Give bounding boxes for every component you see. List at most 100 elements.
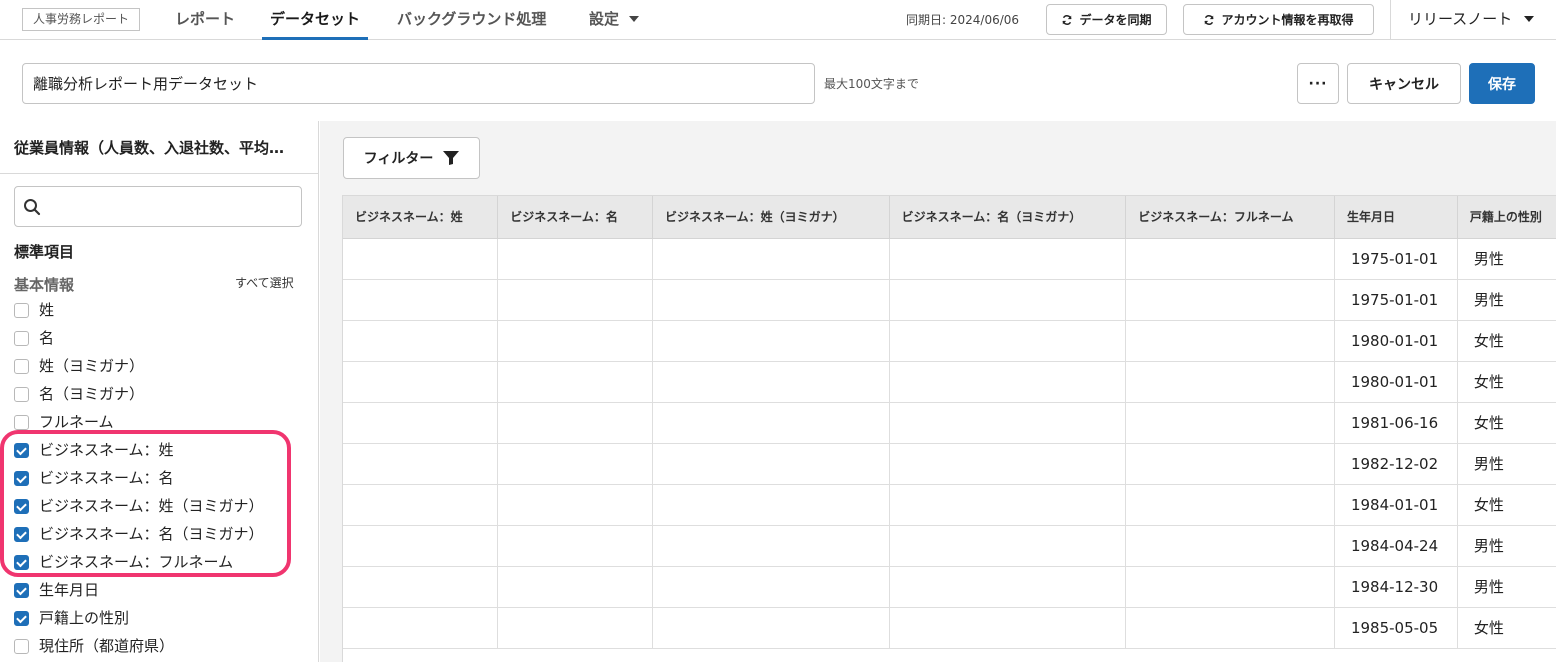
table-cell: 1985-05-05 — [1334, 607, 1458, 649]
table-cell — [343, 525, 499, 567]
checkbox-unchecked[interactable] — [14, 331, 29, 346]
checkbox-unchecked[interactable] — [14, 639, 29, 654]
column-header[interactable]: ビジネスネーム：名（ヨミガナ） — [889, 196, 1127, 239]
preview-table-container[interactable]: ビジネスネーム：姓 ビジネスネーム：名 ビジネスネーム：姓（ヨミガナ） ビジネスネーム… — [342, 195, 1556, 662]
table-cell — [652, 238, 890, 280]
table-cell: 男性 — [1457, 238, 1556, 280]
table-cell — [1125, 443, 1335, 485]
filter-icon — [443, 151, 460, 165]
tab-report[interactable]: レポート — [175, 0, 235, 40]
sync-data-label: データを同期 — [1079, 13, 1152, 27]
sync-data-button[interactable]: データを同期 — [1046, 4, 1167, 35]
release-notes-menu[interactable]: リリースノート — [1408, 0, 1535, 38]
column-header[interactable]: ビジネスネーム：名 — [497, 196, 653, 239]
filter-button[interactable]: フィルター — [343, 137, 480, 179]
char-limit-hint: 最大100文字まで — [824, 77, 919, 91]
column-header[interactable]: ビジネスネーム：姓（ヨミガナ） — [652, 196, 890, 239]
field-checkbox-item[interactable]: 戸籍上の性別 — [14, 603, 314, 631]
cancel-button[interactable]: キャンセル — [1347, 63, 1461, 104]
table-row: 1982-12-02 男性 — [343, 443, 1556, 485]
table-cell — [1125, 361, 1335, 403]
tab-dataset[interactable]: データセット — [262, 0, 369, 40]
field-checkbox-item[interactable]: ビジネスネーム：名（ヨミガナ） — [14, 519, 314, 547]
field-checkbox-item[interactable]: ビジネスネーム：姓 — [14, 435, 314, 463]
table-cell — [1125, 279, 1335, 321]
tab-settings-label: 設定 — [589, 10, 620, 28]
checkbox-checked[interactable] — [14, 583, 29, 598]
field-search-box — [14, 186, 302, 227]
table-cell — [1125, 566, 1335, 608]
app-brand[interactable]: 人事労務レポート — [22, 8, 141, 31]
save-button[interactable]: 保存 — [1469, 63, 1535, 104]
top-nav: 人事労務レポート レポート データセット バックグラウンド処理 設定 同期日: … — [0, 0, 1556, 40]
checkbox-checked[interactable] — [14, 611, 29, 626]
field-checkbox-item[interactable]: 現住所（都道府県） — [14, 631, 314, 659]
table-cell — [343, 320, 499, 362]
field-checkbox-item[interactable]: 名（ヨミガナ） — [14, 379, 314, 407]
column-header[interactable]: ビジネスネーム：フルネーム — [1125, 196, 1335, 239]
table-row: 1984-01-01 女性 — [343, 484, 1556, 526]
checkbox-unchecked[interactable] — [14, 359, 29, 374]
refetch-account-label: アカウント情報を再取得 — [1221, 13, 1354, 27]
table-cell — [889, 443, 1127, 485]
field-checkbox-item[interactable]: ビジネスネーム：フルネーム — [14, 547, 314, 575]
refresh-icon — [1063, 14, 1072, 25]
field-label: 名（ヨミガナ） — [39, 384, 145, 403]
checkbox-unchecked[interactable] — [14, 303, 29, 318]
table-cell — [497, 402, 653, 444]
table-cell — [343, 607, 499, 649]
table-row: 1980-01-01 女性 — [343, 361, 1556, 403]
table-body: 1975-01-01 男性 1975-01-01 男性 1980-01-01 女性 1980… — [343, 238, 1556, 649]
field-label: 現住所（都道府県） — [39, 636, 175, 655]
field-list: 姓名姓（ヨミガナ） 名（ヨミガナ） フルネーム ビジネスネーム：姓 ビジネスネーム：名ビ… — [14, 295, 314, 659]
field-checkbox-item[interactable]: 名 — [14, 323, 314, 351]
table-cell — [652, 484, 890, 526]
tab-background-jobs[interactable]: バックグラウンド処理 — [397, 0, 546, 40]
table-row: 1975-01-01 男性 — [343, 238, 1556, 280]
field-checkbox-item[interactable]: 姓 — [14, 295, 314, 323]
table-cell — [889, 320, 1127, 362]
checkbox-checked[interactable] — [14, 443, 29, 458]
table-cell: 女性 — [1457, 320, 1556, 362]
table-header-row: ビジネスネーム：姓 ビジネスネーム：名 ビジネスネーム：姓（ヨミガナ） ビジネスネーム… — [343, 196, 1556, 239]
select-all-link[interactable]: すべて選択 — [235, 274, 294, 291]
table-cell — [497, 238, 653, 280]
table-cell: 女性 — [1457, 607, 1556, 649]
checkbox-checked[interactable] — [14, 499, 29, 514]
table-cell: 女性 — [1457, 484, 1556, 526]
table-cell — [497, 566, 653, 608]
checkbox-checked[interactable] — [14, 471, 29, 486]
checkbox-checked[interactable] — [14, 527, 29, 542]
column-header[interactable]: 戸籍上の性別 — [1457, 196, 1556, 239]
checkbox-unchecked[interactable] — [14, 387, 29, 402]
field-label: 戸籍上の性別 — [39, 608, 130, 627]
field-label: 姓 — [39, 300, 55, 319]
table-cell — [889, 361, 1127, 403]
more-options-button[interactable]: ··· — [1297, 63, 1339, 104]
field-checkbox-item[interactable]: 生年月日 — [14, 575, 314, 603]
table-cell — [497, 361, 653, 403]
table-cell — [652, 566, 890, 608]
table-cell — [497, 320, 653, 362]
field-search-input[interactable] — [49, 187, 297, 226]
table-cell — [889, 566, 1127, 608]
field-checkbox-item[interactable]: フルネーム — [14, 407, 314, 435]
dataset-name-input[interactable] — [22, 63, 815, 104]
release-notes-label: リリースノート — [1408, 10, 1513, 28]
table-cell — [652, 525, 890, 567]
field-sidebar: 従業員情報（人員数、入退社数、平均… 標準項目 基本情報 すべて選択 姓名姓（ヨ… — [0, 121, 319, 662]
checkbox-unchecked[interactable] — [14, 415, 29, 430]
field-label: ビジネスネーム：名（ヨミガナ） — [39, 524, 264, 543]
sidebar-title: 従業員情報（人員数、入退社数、平均… — [14, 139, 285, 157]
table-cell — [343, 361, 499, 403]
column-header[interactable]: 生年月日 — [1334, 196, 1458, 239]
column-header[interactable]: ビジネスネーム：姓 — [343, 196, 499, 239]
field-checkbox-item[interactable]: ビジネスネーム：名 — [14, 463, 314, 491]
group-title-basic: 基本情報 — [14, 276, 75, 294]
tab-settings[interactable]: 設定 — [589, 0, 640, 40]
refetch-account-button[interactable]: アカウント情報を再取得 — [1183, 4, 1374, 35]
checkbox-checked[interactable] — [14, 555, 29, 570]
field-checkbox-item[interactable]: 姓（ヨミガナ） — [14, 351, 314, 379]
table-cell — [343, 402, 499, 444]
field-checkbox-item[interactable]: ビジネスネーム：姓（ヨミガナ） — [14, 491, 314, 519]
